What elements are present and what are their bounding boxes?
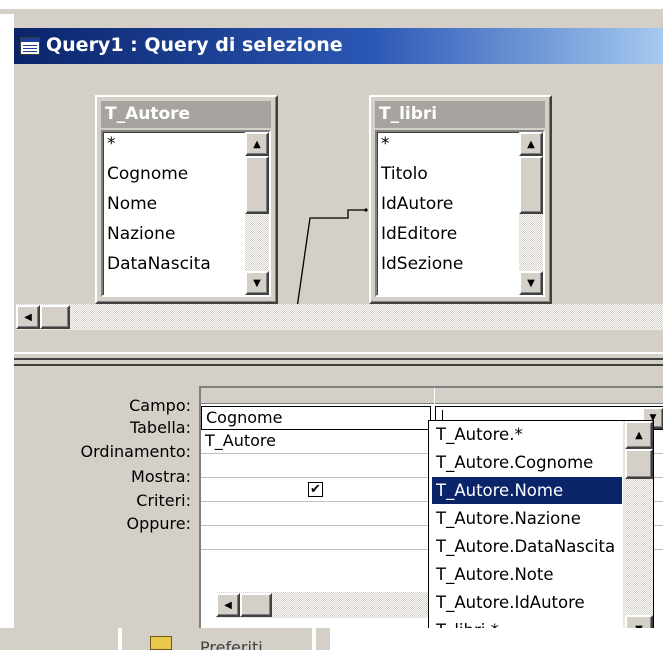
title-bar[interactable]: Query1 : Query di selezione <box>14 28 663 64</box>
column-selector-2[interactable] <box>435 388 663 404</box>
upper-horizontal-scrollbar[interactable]: ◀ <box>16 304 663 330</box>
row-label-campo: Campo: <box>129 396 191 415</box>
scroll-thumb[interactable] <box>40 305 70 329</box>
tabella-cell-col1[interactable]: T_Autore <box>201 430 434 454</box>
show-checkbox[interactable]: ✔ <box>308 482 323 497</box>
dropdown-option-selected[interactable]: T_Autore.Nome <box>432 477 622 504</box>
favorites-folder-icon <box>150 636 172 650</box>
taskbar-button[interactable]: Preferiti <box>122 628 312 650</box>
campo-cell-col1[interactable]: Cognome <box>201 406 431 430</box>
row-label-ordinamento: Ordinamento: <box>80 442 191 461</box>
datasheet-icon <box>20 37 40 55</box>
mostra-cell-col1[interactable]: ✔ <box>201 478 434 502</box>
taskbar-segment <box>0 628 118 650</box>
dropdown-option[interactable]: T_Autore.IdAutore <box>432 589 622 616</box>
scroll-thumb[interactable] <box>625 449 653 479</box>
row-label-oppure: Oppure: <box>126 514 191 533</box>
dropdown-option[interactable]: T_Autore.Note <box>432 561 622 588</box>
scroll-left-arrow-icon[interactable]: ◀ <box>216 593 240 617</box>
dropdown-scrollbar[interactable]: ▲ ▼ <box>623 421 653 643</box>
row-label-mostra: Mostra: <box>131 467 191 486</box>
scroll-left-arrow-icon[interactable]: ◀ <box>16 305 40 329</box>
row-label-tabella: Tabella: <box>129 418 191 437</box>
taskbar: Preferiti <box>0 628 663 650</box>
column-selector-1[interactable] <box>201 388 434 404</box>
pane-splitter[interactable] <box>14 352 663 370</box>
dropdown-option[interactable]: T_Autore.DataNascita <box>432 533 622 560</box>
scroll-up-arrow-icon[interactable]: ▲ <box>625 421 653 449</box>
row-label-criteri: Criteri: <box>136 491 191 510</box>
dropdown-option[interactable]: T_Autore.* <box>432 421 622 448</box>
ordinamento-cell-col1[interactable] <box>201 454 434 478</box>
taskbar-segment <box>316 628 330 650</box>
lower-horizontal-scrollbar[interactable]: ◀ <box>216 592 438 618</box>
outer-top-area <box>0 0 663 14</box>
window-title: Query1 : Query di selezione <box>46 34 343 56</box>
taskbar-label: Preferiti <box>200 638 263 650</box>
dropdown-option[interactable]: T_Autore.Cognome <box>432 449 622 476</box>
scroll-thumb[interactable] <box>240 593 272 617</box>
field-dropdown-list[interactable]: T_Autore.* T_Autore.Cognome T_Autore.Nom… <box>428 420 654 644</box>
oppure-cell-col1[interactable] <box>201 526 434 550</box>
dropdown-option[interactable]: T_Autore.Nazione <box>432 505 622 532</box>
table-design-area: T_Autore * Cognome Nome Nazione DataNasc… <box>14 64 663 350</box>
criteri-cell-col1[interactable] <box>201 502 434 526</box>
